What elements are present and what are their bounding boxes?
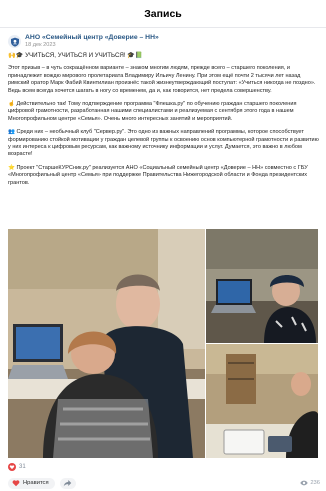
share-icon [63, 480, 72, 487]
photo-2-image [206, 229, 318, 343]
likes-summary[interactable]: 31 [8, 463, 26, 471]
author-name[interactable]: АНО «Семейный центр «Доверие – НН» [25, 34, 159, 42]
views-counter: 236 [300, 480, 320, 486]
photo-1-image [8, 229, 205, 458]
post-text: 🙌🎓 УЧИТЬСЯ, УЧИТЬСЯ И УЧИТЬСЯ! 🎓📗 Этот п… [8, 52, 320, 187]
share-button[interactable] [59, 477, 76, 489]
views-count: 236 [310, 480, 320, 486]
heart-filled-icon [12, 480, 20, 487]
post-paragraph-3: 👥 Среди них – необычный клуб "Сервер.ру"… [8, 129, 319, 158]
post-date[interactable]: 18 дек 2023 [25, 42, 159, 49]
post-author[interactable]: АНО «Семейный центр «Доверие – НН» 18 де… [0, 28, 326, 54]
likes-count: 31 [19, 464, 26, 470]
eye-icon [300, 480, 308, 486]
post-paragraph-1: Этот призыв – в чуть сокращённом вариант… [8, 65, 316, 94]
post-photo-2[interactable] [206, 229, 318, 343]
avatar[interactable] [8, 35, 21, 48]
post-paragraph-2: ☝️ Действительно так! Тому подтверждение… [8, 101, 297, 122]
heart-icon [8, 463, 16, 471]
post-actions: Нравится 236 [8, 476, 320, 490]
like-button[interactable]: Нравится [8, 477, 55, 489]
photo-3-image [206, 344, 318, 458]
post-headline: 🙌🎓 УЧИТЬСЯ, УЧИТЬСЯ И УЧИТЬСЯ! 🎓📗 [8, 52, 143, 59]
like-label: Нравится [23, 480, 49, 486]
post-photo-3[interactable] [206, 344, 318, 458]
top-bar: Запись [0, 0, 326, 28]
photo-grid [8, 229, 318, 458]
author-meta: АНО «Семейный центр «Доверие – НН» 18 де… [25, 34, 159, 49]
post-paragraph-4: ⭐ Проект "СтаршеКУРСник.ру" реализуется … [8, 164, 308, 186]
page-title: Запись [144, 7, 182, 20]
community-logo-icon [10, 37, 19, 47]
post-photo-1[interactable] [8, 229, 205, 458]
